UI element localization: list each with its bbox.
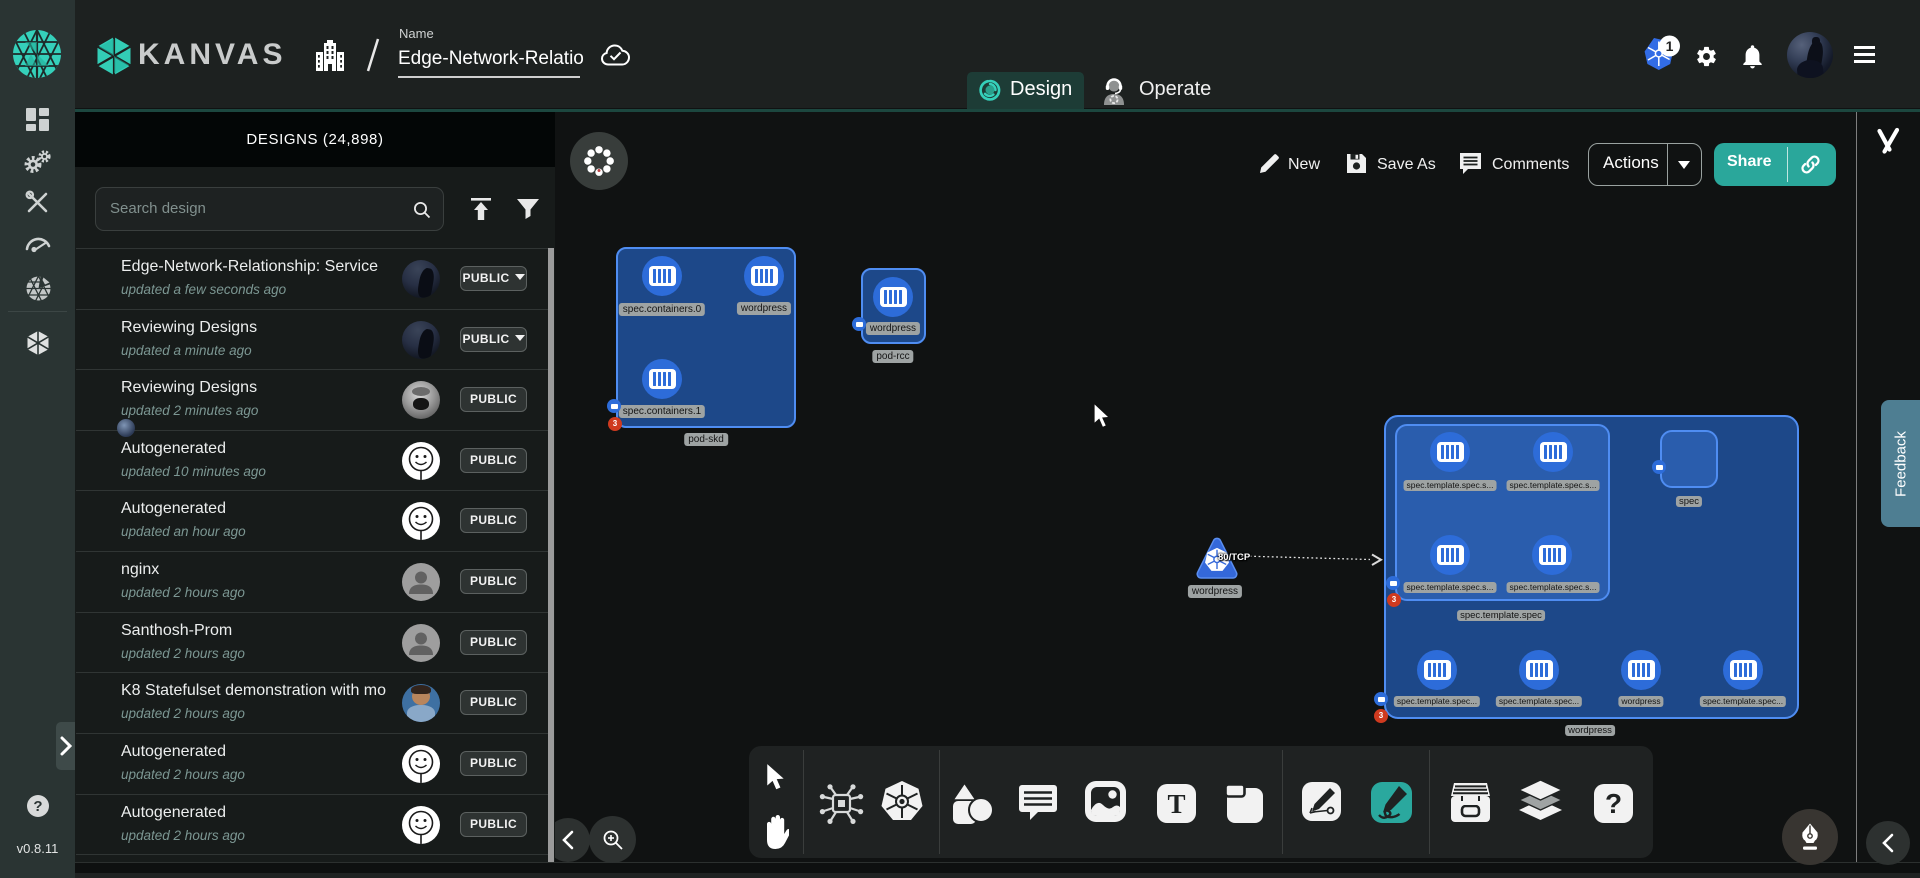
svg-text:1: 1 [1666, 38, 1674, 54]
svg-text:?: ? [1605, 788, 1622, 819]
svg-text:T: T [1167, 789, 1185, 819]
